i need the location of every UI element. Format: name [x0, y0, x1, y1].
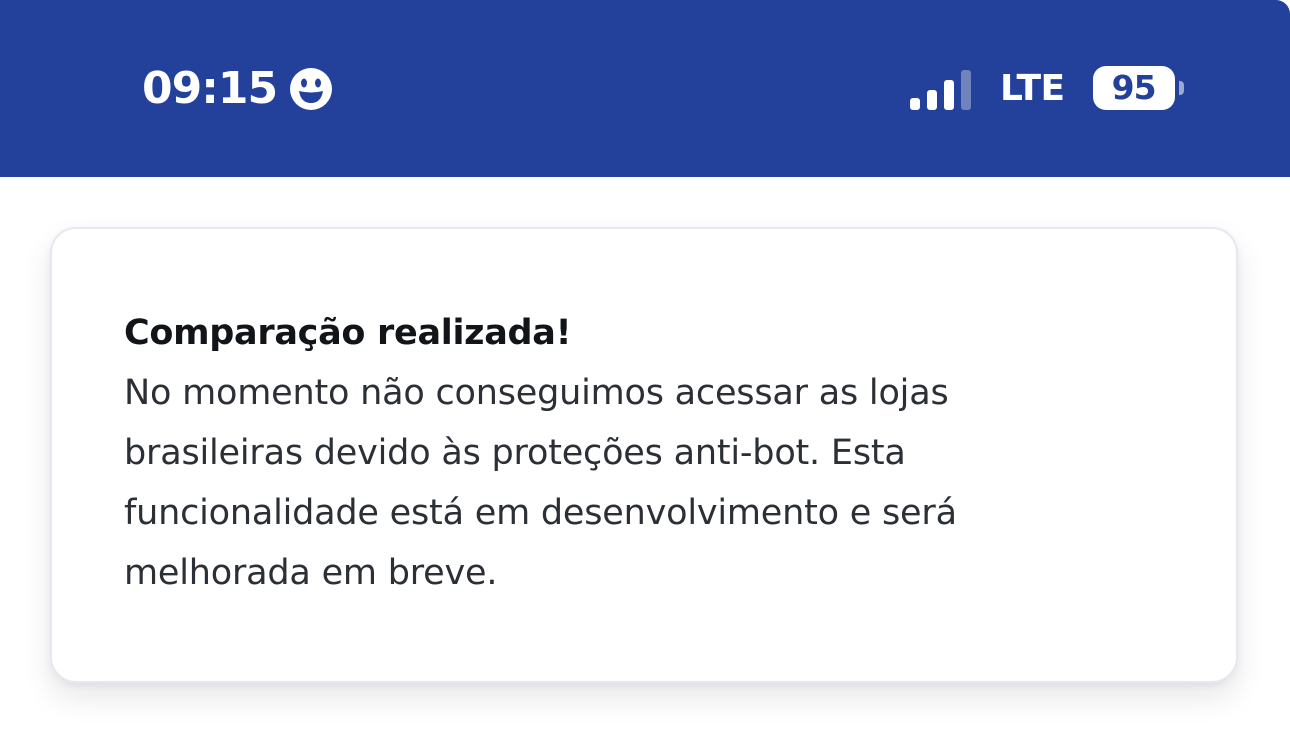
- battery-level: 95: [1111, 68, 1157, 107]
- status-time: 09:15: [142, 63, 278, 114]
- battery-icon: 95: [1092, 66, 1184, 110]
- toast-message: No momento não conseguimos acessar as lo…: [124, 373, 957, 593]
- network-type: LTE: [1000, 67, 1065, 109]
- smiley-face-icon: [290, 68, 333, 110]
- status-bar: 09:15 LTE 95: [0, 0, 1290, 177]
- toast-title: Comparação realizada!: [124, 313, 572, 353]
- battery-tip: [1178, 81, 1184, 95]
- status-right-group: LTE 95: [908, 62, 1184, 114]
- time-group: 09:15: [142, 58, 333, 120]
- cellular-signal-icon: [910, 70, 971, 110]
- toast-notification[interactable]: Comparação realizada! No momento não con…: [50, 227, 1238, 683]
